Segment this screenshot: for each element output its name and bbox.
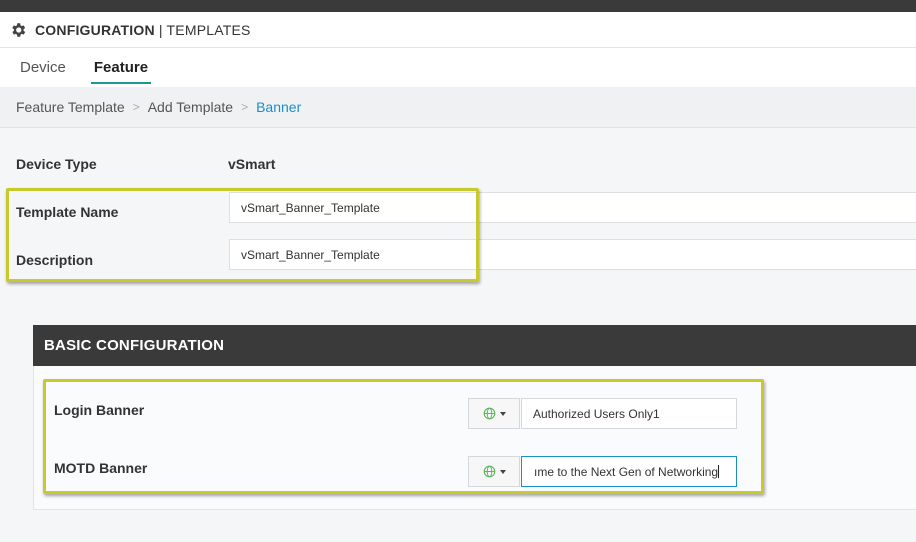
breadcrumb-add-template[interactable]: Add Template: [148, 99, 233, 115]
device-type-label: Device Type: [16, 156, 97, 172]
tab-feature[interactable]: Feature: [90, 48, 152, 87]
top-bar: [0, 0, 916, 12]
breadcrumb-separator: >: [132, 100, 140, 114]
tab-bar: Device Feature: [0, 48, 916, 87]
page-title-bar: CONFIGURATION | TEMPLATES: [0, 12, 916, 48]
gear-icon: [12, 22, 26, 37]
basic-configuration-header: BASIC CONFIGURATION: [33, 325, 916, 366]
page-title-sub: TEMPLATES: [166, 21, 251, 38]
breadcrumb-current: Banner: [256, 99, 302, 115]
highlight-box-banner-fields: [43, 379, 764, 494]
tab-device[interactable]: Device: [20, 48, 66, 87]
breadcrumb: Feature Template > Add Template > Banner: [0, 87, 916, 128]
page-title-main: CONFIGURATION: [35, 21, 155, 38]
breadcrumb-feature-template[interactable]: Feature Template: [16, 99, 125, 115]
breadcrumb-separator: >: [241, 100, 249, 114]
page-title: CONFIGURATION | TEMPLATES: [35, 22, 251, 38]
page-title-separator: |: [154, 21, 167, 38]
device-type-value: vSmart: [228, 156, 276, 172]
highlight-box-template-fields: [6, 188, 479, 282]
